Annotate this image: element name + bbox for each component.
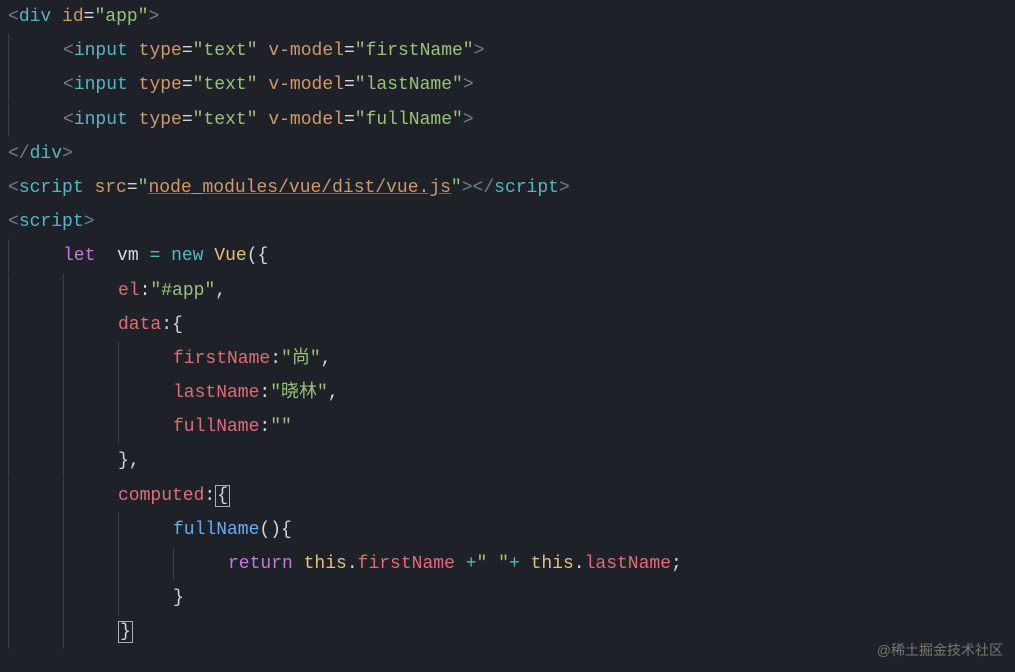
code-line: } [8,615,1007,649]
code-line: <div id="app"> [8,0,1007,34]
code-line: fullName:"" [8,410,1007,444]
code-line: let vm = new Vue({ [8,239,1007,273]
code-line: }, [8,444,1007,478]
cursor-bracket-match: { [215,485,230,507]
code-line: el:"#app", [8,274,1007,308]
code-line: <input type="text" v-model="lastName"> [8,68,1007,102]
code-line: <input type="text" v-model="fullName"> [8,103,1007,137]
code-line: fullName(){ [8,513,1007,547]
code-line: lastName:"晓林", [8,376,1007,410]
code-line: } [8,581,1007,615]
code-line: return this.firstName +" "+ this.lastNam… [8,547,1007,581]
code-line: firstName:"尚", [8,342,1007,376]
code-line: computed:{ [8,479,1007,513]
code-editor[interactable]: <div id="app"> <input type="text" v-mode… [8,0,1007,650]
cursor-bracket-match: } [118,621,133,643]
code-line: <script src="node_modules/vue/dist/vue.j… [8,171,1007,205]
watermark: @稀土掘金技术社区 [877,637,1003,664]
code-line: </div> [8,137,1007,171]
code-line: <input type="text" v-model="firstName"> [8,34,1007,68]
code-line: <script> [8,205,1007,239]
code-line: data:{ [8,308,1007,342]
